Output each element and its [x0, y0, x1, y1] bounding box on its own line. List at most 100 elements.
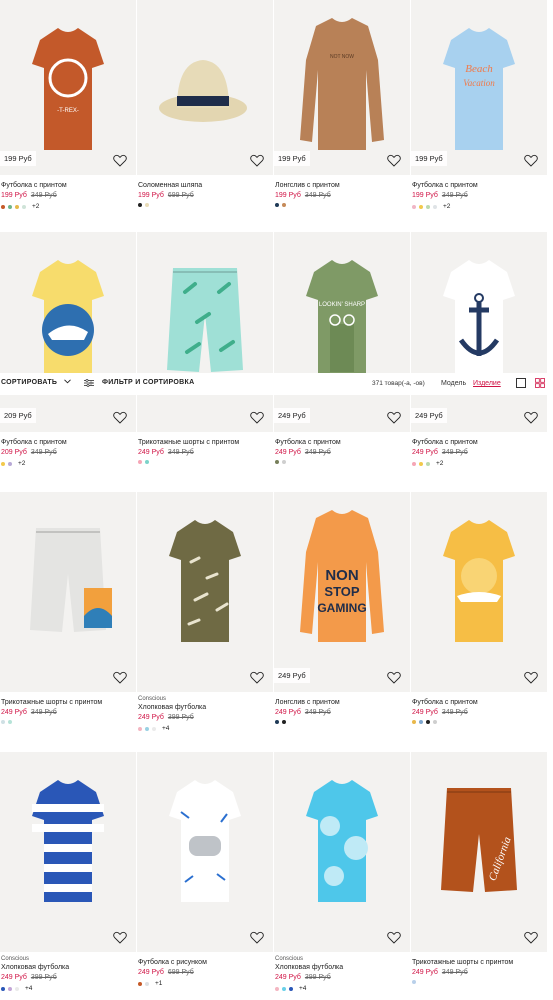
color-swatch[interactable] — [275, 986, 279, 991]
product-title[interactable]: Футболка с принтом — [1, 439, 67, 446]
heart-icon[interactable] — [250, 411, 264, 424]
product-image[interactable] — [137, 752, 273, 952]
product-card[interactable]: NOT NOW 199 Руб Лонгслив с принтом 199 Руб 3… — [274, 0, 410, 260]
product-image[interactable]: Beach Vacation — [411, 0, 547, 175]
grid-view-icon[interactable] — [535, 378, 545, 388]
view-model-link[interactable]: Модель — [441, 380, 466, 387]
product-card[interactable]: Трикотажные шорты с принтом 249 Руб 349 Ру… — [137, 232, 273, 492]
color-swatch[interactable] — [412, 980, 416, 984]
product-card[interactable]: Трикотажные шорты с принтом 249 Руб 349 Ру… — [0, 492, 136, 752]
product-image[interactable] — [0, 752, 136, 952]
color-swatch[interactable] — [426, 720, 430, 724]
color-swatch[interactable] — [1, 986, 5, 991]
product-title[interactable]: Хлопковая футболка — [275, 964, 343, 971]
color-swatch[interactable] — [138, 981, 142, 986]
product-card[interactable]: 209 Руб Футболка с принтом 209 Руб 349 Руб +… — [0, 232, 136, 492]
color-swatch[interactable] — [275, 203, 279, 207]
view-product-link[interactable]: Изделие — [473, 380, 501, 387]
color-swatch[interactable] — [433, 720, 437, 724]
single-column-view-icon[interactable] — [516, 378, 526, 388]
product-title[interactable]: Футболка с принтом — [412, 182, 478, 189]
heart-icon[interactable] — [524, 154, 538, 167]
product-image[interactable] — [137, 0, 273, 175]
color-swatch[interactable] — [138, 726, 142, 731]
heart-icon[interactable] — [113, 154, 127, 167]
product-image[interactable]: NON STOP GAMING — [274, 492, 410, 692]
heart-icon[interactable] — [113, 671, 127, 684]
color-swatch[interactable] — [8, 720, 12, 724]
product-title[interactable]: Хлопковая футболка — [1, 964, 69, 971]
heart-icon[interactable] — [387, 411, 401, 424]
product-image[interactable]: -T-REX- — [0, 0, 136, 175]
color-swatch[interactable] — [15, 986, 19, 991]
color-swatch[interactable] — [275, 720, 279, 724]
color-swatch[interactable] — [8, 204, 12, 209]
sort-button[interactable]: СОРТИРОВАТЬ — [1, 379, 71, 386]
product-card[interactable]: -T-REX- 199 Руб Футболка с принтом 199 Руб 3… — [0, 0, 136, 260]
product-title[interactable]: Лонгслив с принтом — [275, 699, 340, 706]
product-card[interactable]: 249 Руб Футболка с принтом 249 Руб 349 Руб +… — [411, 232, 547, 492]
color-swatch[interactable] — [419, 204, 423, 209]
filter-button[interactable]: ФИЛЬТР И СОРТИРОВКА — [84, 379, 194, 387]
color-swatch[interactable] — [282, 203, 286, 207]
product-title[interactable]: Лонгслив с принтом — [275, 182, 340, 189]
product-card[interactable]: Beach Vacation 199 Руб Футболка с принтом 19… — [411, 0, 547, 260]
color-swatch[interactable] — [22, 204, 26, 209]
color-swatch[interactable] — [15, 204, 19, 209]
color-swatch[interactable] — [282, 986, 286, 991]
color-swatch[interactable] — [426, 461, 430, 466]
color-swatch[interactable] — [433, 204, 437, 209]
color-swatch[interactable] — [1, 461, 5, 466]
color-swatch[interactable] — [145, 981, 149, 986]
color-swatch[interactable] — [8, 986, 12, 991]
product-image[interactable] — [137, 492, 273, 692]
color-swatch[interactable] — [145, 460, 149, 464]
color-swatch[interactable] — [419, 720, 423, 724]
product-title[interactable]: Футболка с принтом — [1, 182, 67, 189]
product-image[interactable] — [411, 492, 547, 692]
product-image[interactable] — [137, 232, 273, 432]
product-card[interactable]: Conscious Хлопковая футболка 249 Руб 399 Ру… — [137, 492, 273, 752]
color-swatch[interactable] — [289, 986, 293, 991]
heart-icon[interactable] — [250, 931, 264, 944]
product-title[interactable]: Футболка с принтом — [412, 439, 478, 446]
product-title[interactable]: Трикотажные шорты с принтом — [1, 699, 102, 706]
product-title[interactable]: Футболка с принтом — [412, 699, 478, 706]
product-image[interactable] — [0, 232, 136, 432]
product-title[interactable]: Соломенная шляпа — [138, 182, 202, 189]
heart-icon[interactable] — [524, 411, 538, 424]
product-card[interactable]: NON STOP GAMING 249 Руб Лонгслив с принтом 24… — [274, 492, 410, 752]
product-card[interactable]: Футболка с рисунком 249 Руб 699 Руб +1 — [137, 752, 273, 1000]
product-image[interactable] — [0, 492, 136, 692]
product-title[interactable]: Трикотажные шорты с принтом — [412, 959, 513, 966]
color-swatch[interactable] — [412, 720, 416, 724]
heart-icon[interactable] — [387, 154, 401, 167]
product-image[interactable]: LOOKIN' SHARP — [274, 232, 410, 432]
color-swatch[interactable] — [1, 204, 5, 209]
heart-icon[interactable] — [113, 931, 127, 944]
product-title[interactable]: Трикотажные шорты с принтом — [138, 439, 239, 446]
color-swatch[interactable] — [145, 203, 149, 207]
color-swatch[interactable] — [152, 726, 156, 731]
color-swatch[interactable] — [412, 461, 416, 466]
color-swatch[interactable] — [419, 461, 423, 466]
color-swatch[interactable] — [282, 460, 286, 464]
color-swatch[interactable] — [145, 726, 149, 731]
heart-icon[interactable] — [524, 931, 538, 944]
product-card[interactable]: Conscious Хлопковая футболка 249 Руб 399 Ру… — [0, 752, 136, 1000]
heart-icon[interactable] — [113, 411, 127, 424]
color-swatch[interactable] — [8, 461, 12, 466]
heart-icon[interactable] — [250, 154, 264, 167]
color-swatch[interactable] — [138, 460, 142, 464]
product-title[interactable]: Футболка с рисунком — [138, 959, 207, 966]
product-card[interactable]: Футболка с принтом 249 Руб 349 Руб — [411, 492, 547, 752]
color-swatch[interactable] — [282, 720, 286, 724]
color-swatch[interactable] — [138, 203, 142, 207]
color-swatch[interactable] — [1, 720, 5, 724]
product-card[interactable]: LOOKIN' SHARP 249 Руб Футболка с принтом 24… — [274, 232, 410, 492]
product-title[interactable]: Футболка с принтом — [275, 439, 341, 446]
product-title[interactable]: Хлопковая футболка — [138, 704, 206, 711]
color-swatch[interactable] — [275, 460, 279, 464]
product-image[interactable]: California — [411, 752, 547, 952]
product-image[interactable] — [274, 752, 410, 952]
